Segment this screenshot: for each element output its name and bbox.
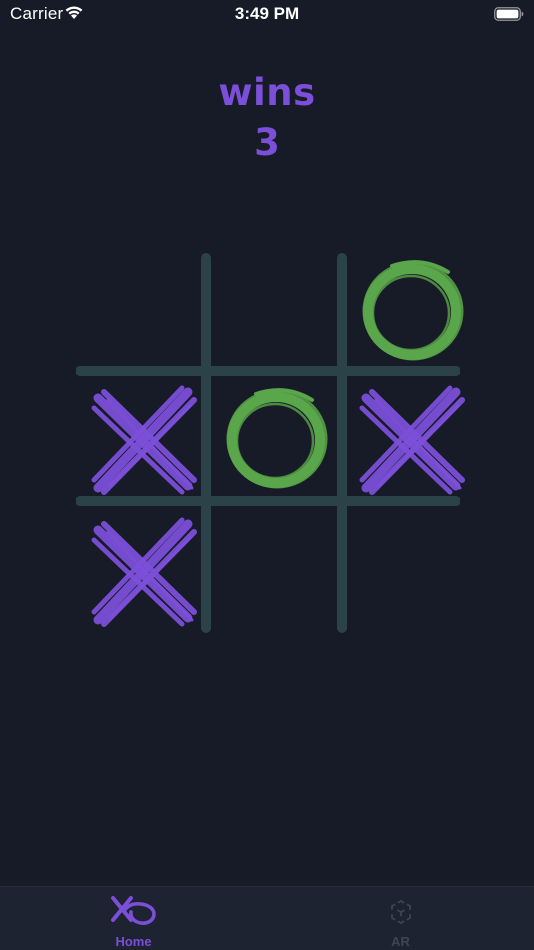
score-panel: wins 3: [0, 70, 534, 166]
board-cell-0-0[interactable]: [84, 252, 208, 376]
xo-logo-icon: [110, 895, 158, 931]
tab-home[interactable]: Home: [0, 887, 267, 950]
status-bar: Carrier 3:49 PM: [0, 0, 534, 28]
game-screen: Carrier 3:49 PM wins 3 Home AR: [0, 0, 534, 950]
board-cell-1-0[interactable]: [84, 380, 208, 504]
game-board: [76, 250, 465, 636]
x-mark-icon: [352, 380, 476, 504]
tab-bar: Home AR: [0, 886, 534, 950]
tab-ar-label: AR: [391, 934, 410, 949]
status-time: 3:49 PM: [234, 4, 300, 23]
wins-count: 3: [254, 121, 280, 164]
board-cell-1-2[interactable]: [352, 380, 476, 504]
board-cell-0-1[interactable]: [216, 252, 340, 376]
tab-home-label: Home: [115, 934, 152, 949]
wins-label: wins: [218, 71, 316, 114]
x-mark-icon: [84, 512, 208, 636]
board-cell-2-1[interactable]: [216, 512, 340, 636]
tab-ar[interactable]: AR: [267, 887, 534, 950]
o-mark-icon: [216, 380, 340, 504]
ar-cube-icon: [389, 899, 413, 929]
o-mark-icon: [352, 252, 476, 376]
x-mark-icon: [84, 380, 208, 504]
board-cell-1-1[interactable]: [216, 380, 340, 504]
board-cell-2-0[interactable]: [84, 512, 208, 636]
board-cell-0-2[interactable]: [352, 252, 476, 376]
board-cell-2-2[interactable]: [352, 512, 476, 636]
battery-icon: [494, 6, 524, 21]
